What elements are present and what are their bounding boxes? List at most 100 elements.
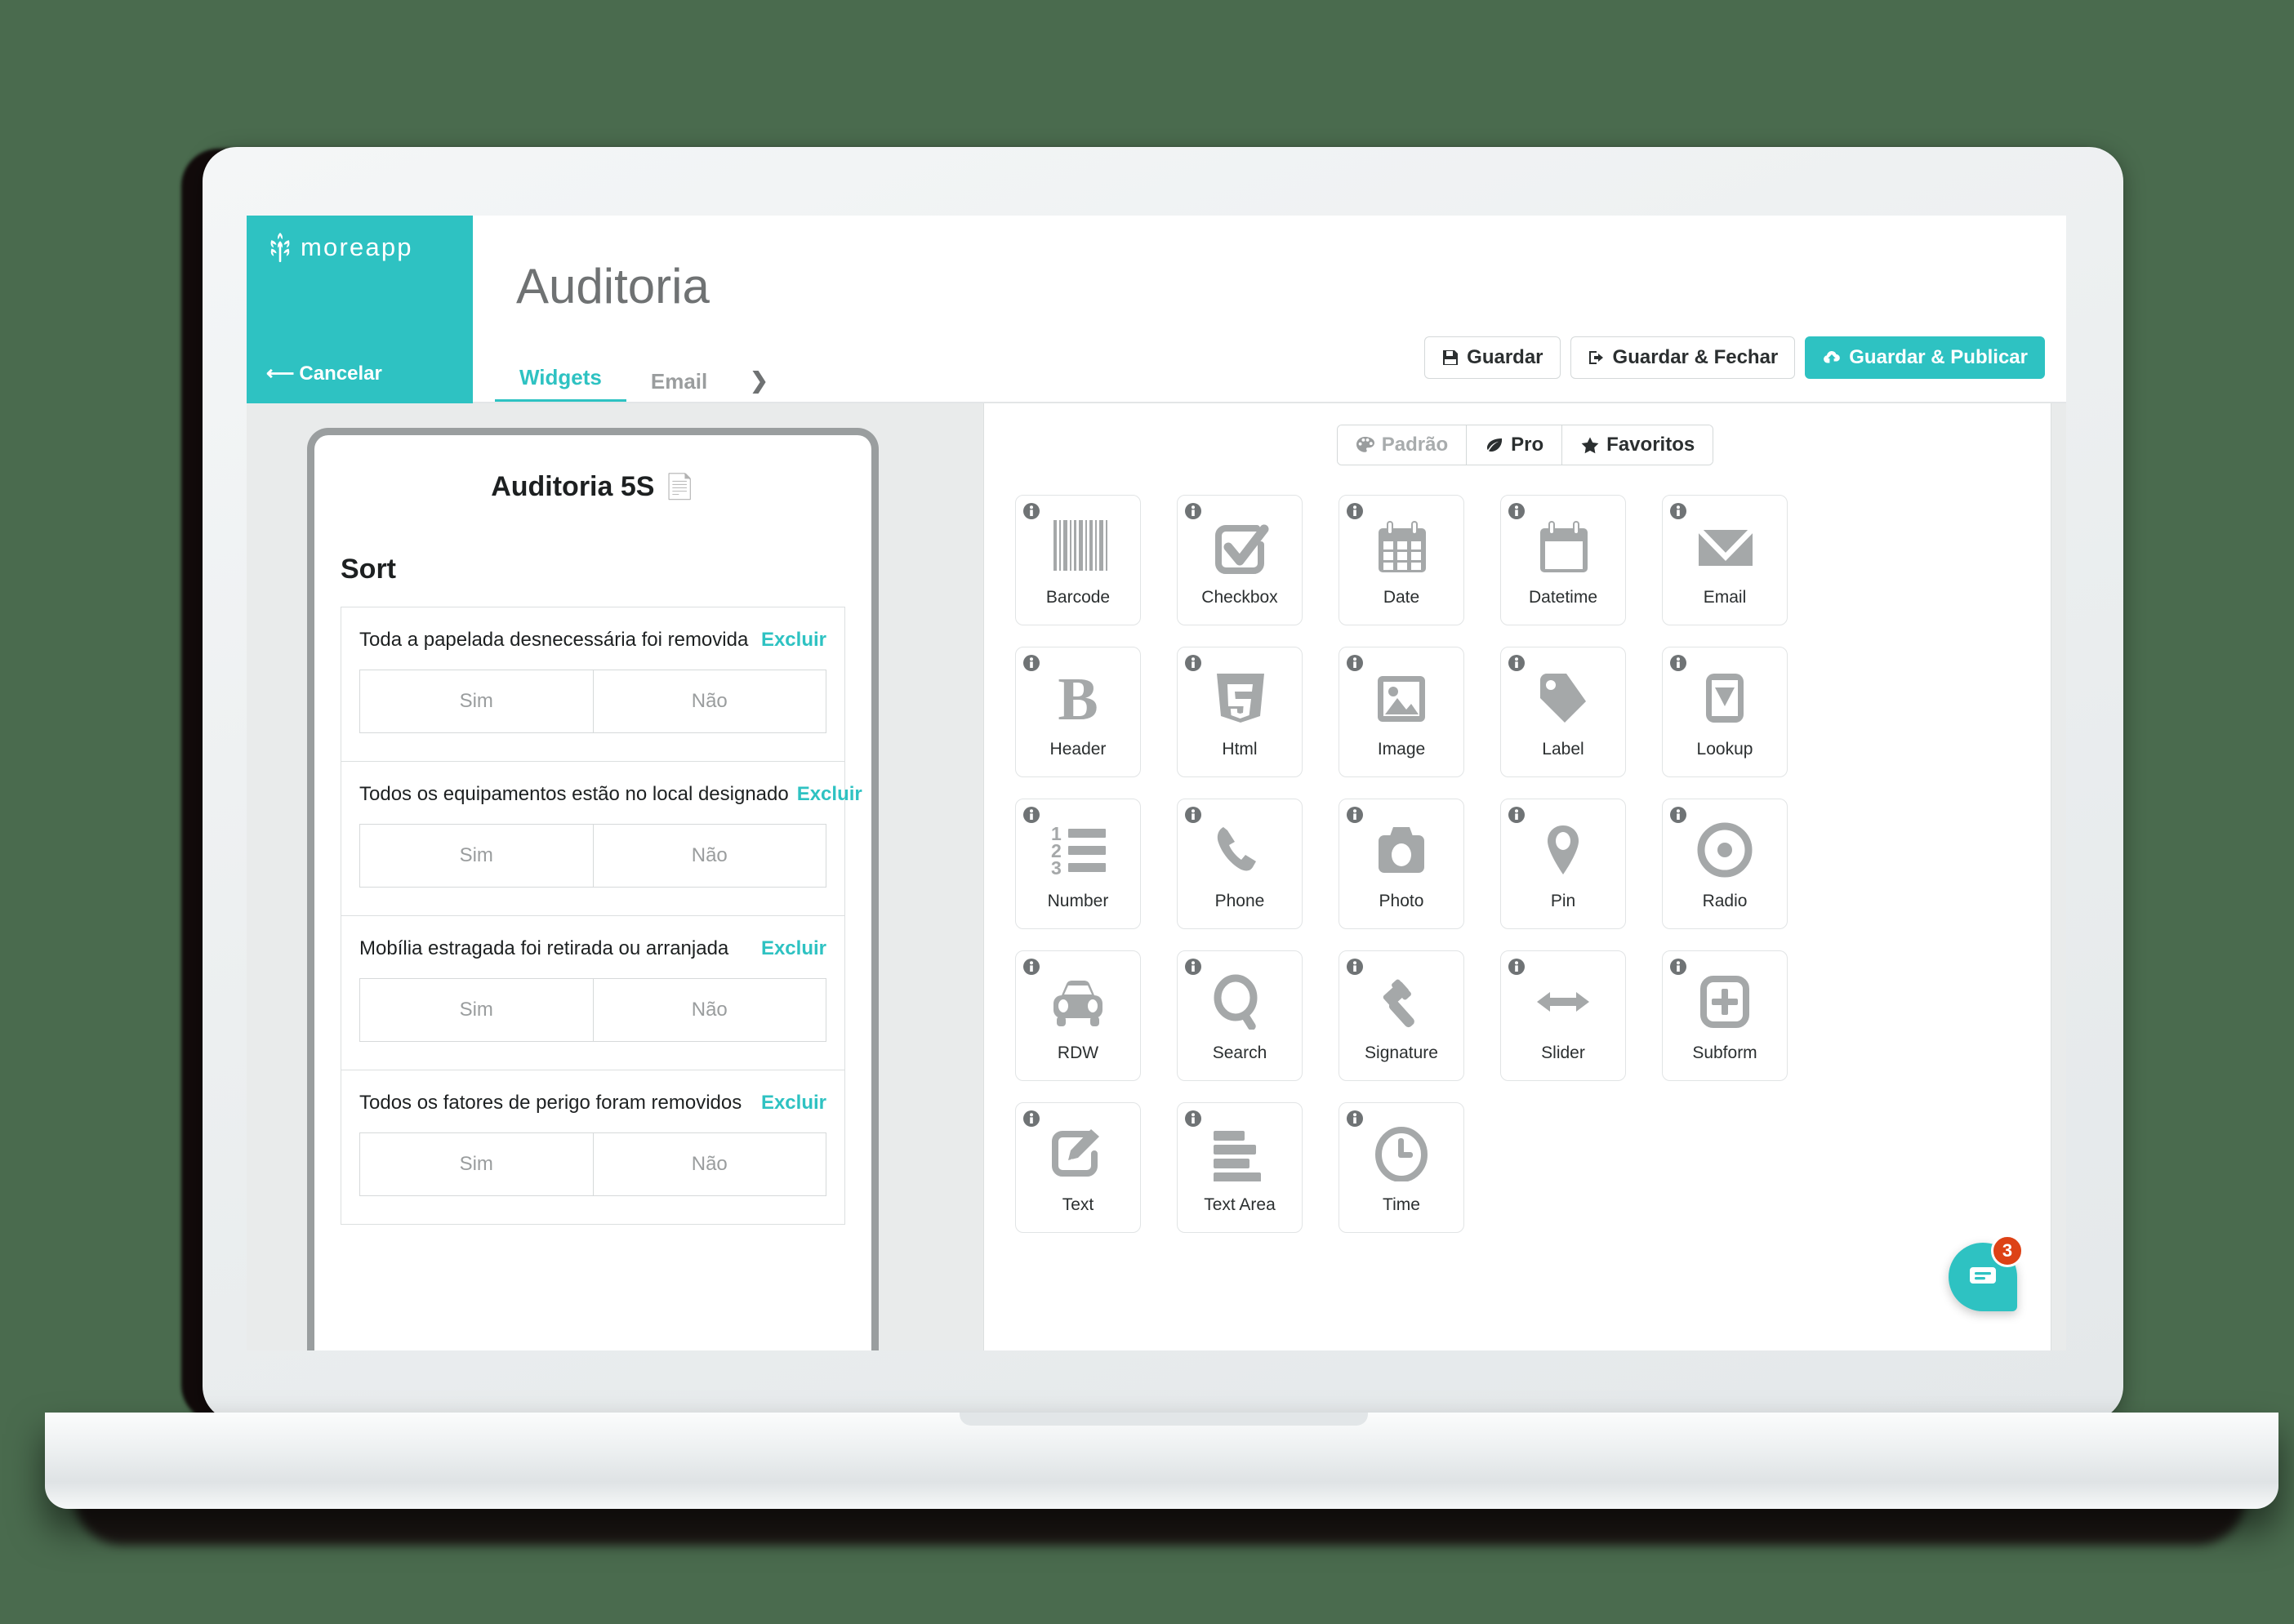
- widget-filter-group: Padrão Pro Favoritos: [1336, 425, 1714, 465]
- question-list: Toda a papelada desnecessária foi removi…: [341, 607, 862, 1225]
- widget-card-label: Phone: [1214, 892, 1265, 910]
- widget-card[interactable]: Signature: [1339, 950, 1464, 1081]
- info-icon[interactable]: [1347, 503, 1363, 519]
- widget-card-label: Barcode: [1045, 588, 1111, 607]
- yes-no-toggle: Sim Não: [359, 824, 826, 888]
- info-icon[interactable]: [1023, 959, 1040, 975]
- info-icon[interactable]: [1185, 655, 1201, 671]
- info-icon[interactable]: [1023, 503, 1040, 519]
- list-item: Todos os fatores de perigo foram removid…: [341, 1070, 844, 1225]
- question-label: Toda a papelada desnecessária foi removi…: [359, 629, 749, 651]
- widget-card-label: Datetime: [1528, 588, 1598, 607]
- info-icon[interactable]: [1347, 1110, 1363, 1127]
- cancel-button[interactable]: ⟵ Cancelar: [266, 363, 382, 385]
- filter-pro-label: Pro: [1511, 434, 1544, 456]
- question-label: Mobília estragada foi retirada ou arranj…: [359, 937, 729, 959]
- widget-grid: Barcode Checkbox Date Datetime Email Header Ht…: [984, 465, 2066, 1233]
- widget-card[interactable]: Slider: [1500, 950, 1626, 1081]
- filter-padrao-button[interactable]: Padrão: [1337, 425, 1467, 465]
- widget-card[interactable]: Html: [1177, 647, 1303, 777]
- app-header: moreapp ⟵ Cancelar Auditoria Widgets Ema…: [247, 216, 2066, 403]
- chat-icon: [1967, 1262, 1999, 1293]
- phone-screen: Auditoria 5S 📄 Sort Toda a papelada desn…: [314, 435, 871, 1225]
- option-yes[interactable]: Sim: [360, 1133, 593, 1195]
- widget-card-label: Signature: [1365, 1043, 1438, 1062]
- info-icon[interactable]: [1670, 655, 1686, 671]
- widget-card[interactable]: RDW: [1015, 950, 1141, 1081]
- widget-card[interactable]: Header: [1015, 647, 1141, 777]
- widget-card[interactable]: Text Area: [1177, 1102, 1303, 1233]
- chat-button[interactable]: 3: [1949, 1235, 2024, 1311]
- brand-name: moreapp: [301, 233, 413, 261]
- info-icon[interactable]: [1670, 503, 1686, 519]
- wheat-icon: [268, 232, 292, 263]
- info-icon[interactable]: [1347, 959, 1363, 975]
- info-icon[interactable]: [1023, 655, 1040, 671]
- widget-card[interactable]: Time: [1339, 1102, 1464, 1233]
- cancel-label: Cancelar: [299, 363, 382, 385]
- info-icon[interactable]: [1508, 503, 1525, 519]
- widget-card[interactable]: Subform: [1662, 950, 1788, 1081]
- widget-card-label: Subform: [1692, 1043, 1757, 1062]
- save-and-publish-button[interactable]: Guardar & Publicar: [1805, 336, 2045, 379]
- filter-pro-button[interactable]: Pro: [1466, 425, 1562, 465]
- widget-card-label: Pin: [1550, 892, 1576, 910]
- question-row: Todos os fatores de perigo foram removid…: [359, 1092, 826, 1115]
- info-icon[interactable]: [1185, 959, 1201, 975]
- document-icon: 📄: [664, 474, 695, 501]
- info-icon[interactable]: [1023, 1110, 1040, 1127]
- filter-favoritos-button[interactable]: Favoritos: [1561, 425, 1713, 465]
- save-icon: [1441, 349, 1459, 367]
- widget-card[interactable]: Radio: [1662, 799, 1788, 929]
- widget-card-label: Html: [1222, 740, 1258, 759]
- widget-card[interactable]: Label: [1500, 647, 1626, 777]
- save-button[interactable]: Guardar: [1424, 336, 1561, 379]
- info-icon[interactable]: [1347, 655, 1363, 671]
- widget-card[interactable]: Image: [1339, 647, 1464, 777]
- option-yes[interactable]: Sim: [360, 979, 593, 1041]
- option-no[interactable]: Não: [592, 670, 826, 732]
- info-icon[interactable]: [1508, 959, 1525, 975]
- chevron-right-icon[interactable]: ❯: [732, 370, 790, 403]
- option-no[interactable]: Não: [592, 979, 826, 1041]
- widget-card[interactable]: Barcode: [1015, 495, 1141, 625]
- tab-widgets[interactable]: Widgets: [495, 367, 626, 403]
- option-yes[interactable]: Sim: [360, 825, 593, 887]
- info-icon[interactable]: [1023, 807, 1040, 823]
- widget-card[interactable]: Search: [1177, 950, 1303, 1081]
- widget-card[interactable]: Phone: [1177, 799, 1303, 929]
- brand-logo: moreapp: [268, 232, 413, 263]
- option-no[interactable]: Não: [592, 1133, 826, 1195]
- widget-card[interactable]: Date: [1339, 495, 1464, 625]
- info-icon[interactable]: [1508, 807, 1525, 823]
- widget-card[interactable]: Lookup: [1662, 647, 1788, 777]
- info-icon[interactable]: [1670, 807, 1686, 823]
- widget-card-label: Slider: [1541, 1043, 1585, 1062]
- widget-card[interactable]: Text: [1015, 1102, 1141, 1233]
- info-icon[interactable]: [1508, 655, 1525, 671]
- option-no[interactable]: Não: [592, 825, 826, 887]
- widget-card[interactable]: Photo: [1339, 799, 1464, 929]
- info-icon[interactable]: [1185, 1110, 1201, 1127]
- widget-card[interactable]: Email: [1662, 495, 1788, 625]
- save-and-close-button[interactable]: Guardar & Fechar: [1570, 336, 1796, 379]
- browser-screen: moreapp ⟵ Cancelar Auditoria Widgets Ema…: [247, 216, 2066, 1350]
- delete-question-link[interactable]: Excluir: [761, 1092, 826, 1115]
- widget-card[interactable]: Datetime: [1500, 495, 1626, 625]
- widget-card-label: Photo: [1379, 892, 1424, 910]
- list-item: Mobília estragada foi retirada ou arranj…: [341, 916, 844, 1070]
- info-icon[interactable]: [1185, 503, 1201, 519]
- filter-padrao-label: Padrão: [1381, 434, 1449, 456]
- delete-question-link[interactable]: Excluir: [761, 629, 826, 652]
- widget-card[interactable]: Number: [1015, 799, 1141, 929]
- widget-card[interactable]: Pin: [1500, 799, 1626, 929]
- widget-card-label: Time: [1383, 1195, 1420, 1214]
- widget-card[interactable]: Checkbox: [1177, 495, 1303, 625]
- info-icon[interactable]: [1670, 959, 1686, 975]
- delete-question-link[interactable]: Excluir: [797, 783, 862, 806]
- tab-email[interactable]: Email: [626, 371, 732, 403]
- delete-question-link[interactable]: Excluir: [761, 937, 826, 960]
- info-icon[interactable]: [1347, 807, 1363, 823]
- info-icon[interactable]: [1185, 807, 1201, 823]
- option-yes[interactable]: Sim: [360, 670, 593, 732]
